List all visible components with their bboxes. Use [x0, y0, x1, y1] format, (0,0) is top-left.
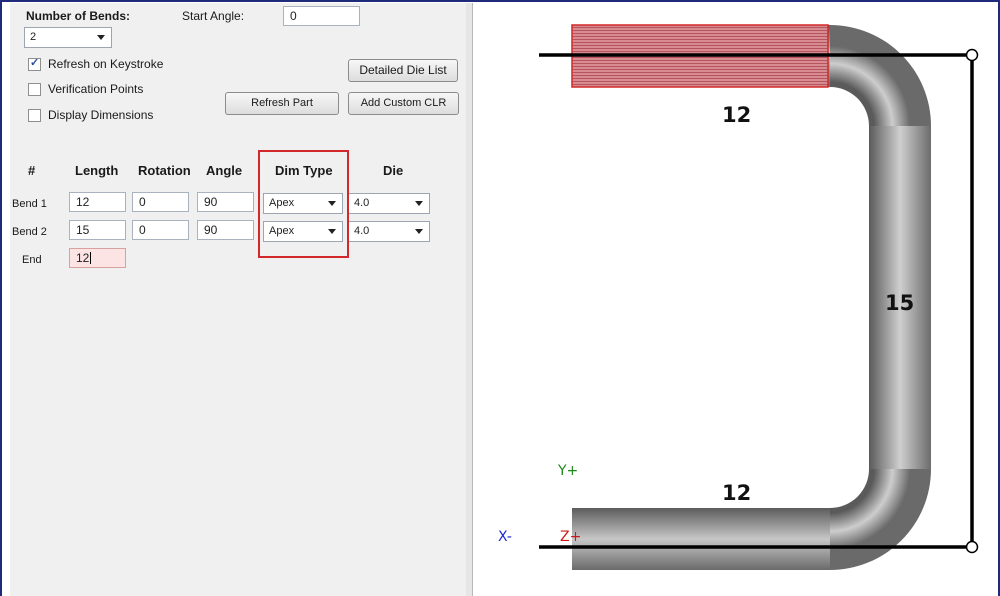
column-header-angle: Angle [206, 163, 243, 178]
bend-2-angle-input[interactable] [197, 220, 254, 240]
text-caret [90, 252, 91, 264]
bend-settings-panel: Number of Bends: 2 Start Angle: Refresh … [10, 3, 467, 596]
add-custom-clr-button[interactable]: Add Custom CLR [348, 92, 459, 115]
axis-label-z: Z+ [560, 529, 582, 545]
bend-2-die-value: 4.0 [354, 225, 370, 237]
number-of-bends-dropdown[interactable]: 2 [24, 27, 112, 48]
column-header-die: Die [383, 163, 404, 178]
chevron-down-icon [97, 35, 105, 40]
vertex-point-top[interactable] [965, 48, 979, 62]
refresh-on-keystroke-checkbox[interactable] [28, 56, 41, 71]
bend-1-die-dropdown[interactable]: 4.0 [348, 193, 430, 214]
vertex-point-bottom[interactable] [965, 540, 979, 554]
bend-2-label: Bend 2 [12, 226, 47, 238]
tube-render [539, 24, 979, 570]
bend-1-die-value: 4.0 [354, 197, 370, 209]
refresh-on-keystroke-label: Refresh on Keystroke [48, 57, 164, 71]
number-of-bends-label: Number of Bends: [26, 9, 131, 23]
display-dimensions-label: Display Dimensions [48, 108, 154, 122]
bend-1-length-input[interactable] [69, 192, 126, 212]
bend-1-angle-input[interactable] [197, 192, 254, 212]
panel-splitter[interactable] [466, 3, 473, 596]
dimension-label-top: 12 [722, 103, 752, 127]
bend-1-rotation-input[interactable] [132, 192, 189, 212]
refresh-part-button[interactable]: Refresh Part [225, 92, 339, 115]
start-angle-label: Start Angle: [182, 9, 245, 23]
bend-2-length-input[interactable] [69, 220, 126, 240]
verification-points-checkbox[interactable] [28, 83, 41, 96]
column-header-rotation: Rotation [138, 163, 191, 178]
chevron-down-icon [415, 201, 423, 206]
dimension-label-bottom: 12 [722, 481, 752, 505]
axis-label-y: Y+ [558, 463, 579, 479]
3d-viewport[interactable]: 12 15 12 Y+ X- Z+ [473, 3, 998, 596]
bend-2-rotation-input[interactable] [132, 220, 189, 240]
tube-bottom-bend [830, 469, 931, 570]
display-dimensions-checkbox[interactable] [28, 109, 41, 122]
axis-label-x: X- [498, 529, 512, 545]
dimension-label-right: 15 [885, 291, 915, 315]
column-header-length: Length [75, 163, 119, 178]
dim-type-highlight-box [258, 150, 349, 258]
tube-bottom-segment [572, 508, 830, 570]
bend-2-die-dropdown[interactable]: 4.0 [348, 221, 430, 242]
verification-points-label: Verification Points [48, 82, 144, 96]
chevron-down-icon [415, 229, 423, 234]
detailed-die-list-button[interactable]: Detailed Die List [348, 59, 458, 82]
column-header-number: # [28, 163, 36, 178]
tube-top-bend [830, 25, 931, 126]
number-of-bends-value: 2 [30, 31, 37, 43]
end-length-input[interactable] [69, 248, 126, 268]
start-angle-input[interactable] [283, 6, 360, 26]
end-label: End [22, 254, 42, 266]
bend-1-label: Bend 1 [12, 198, 47, 210]
